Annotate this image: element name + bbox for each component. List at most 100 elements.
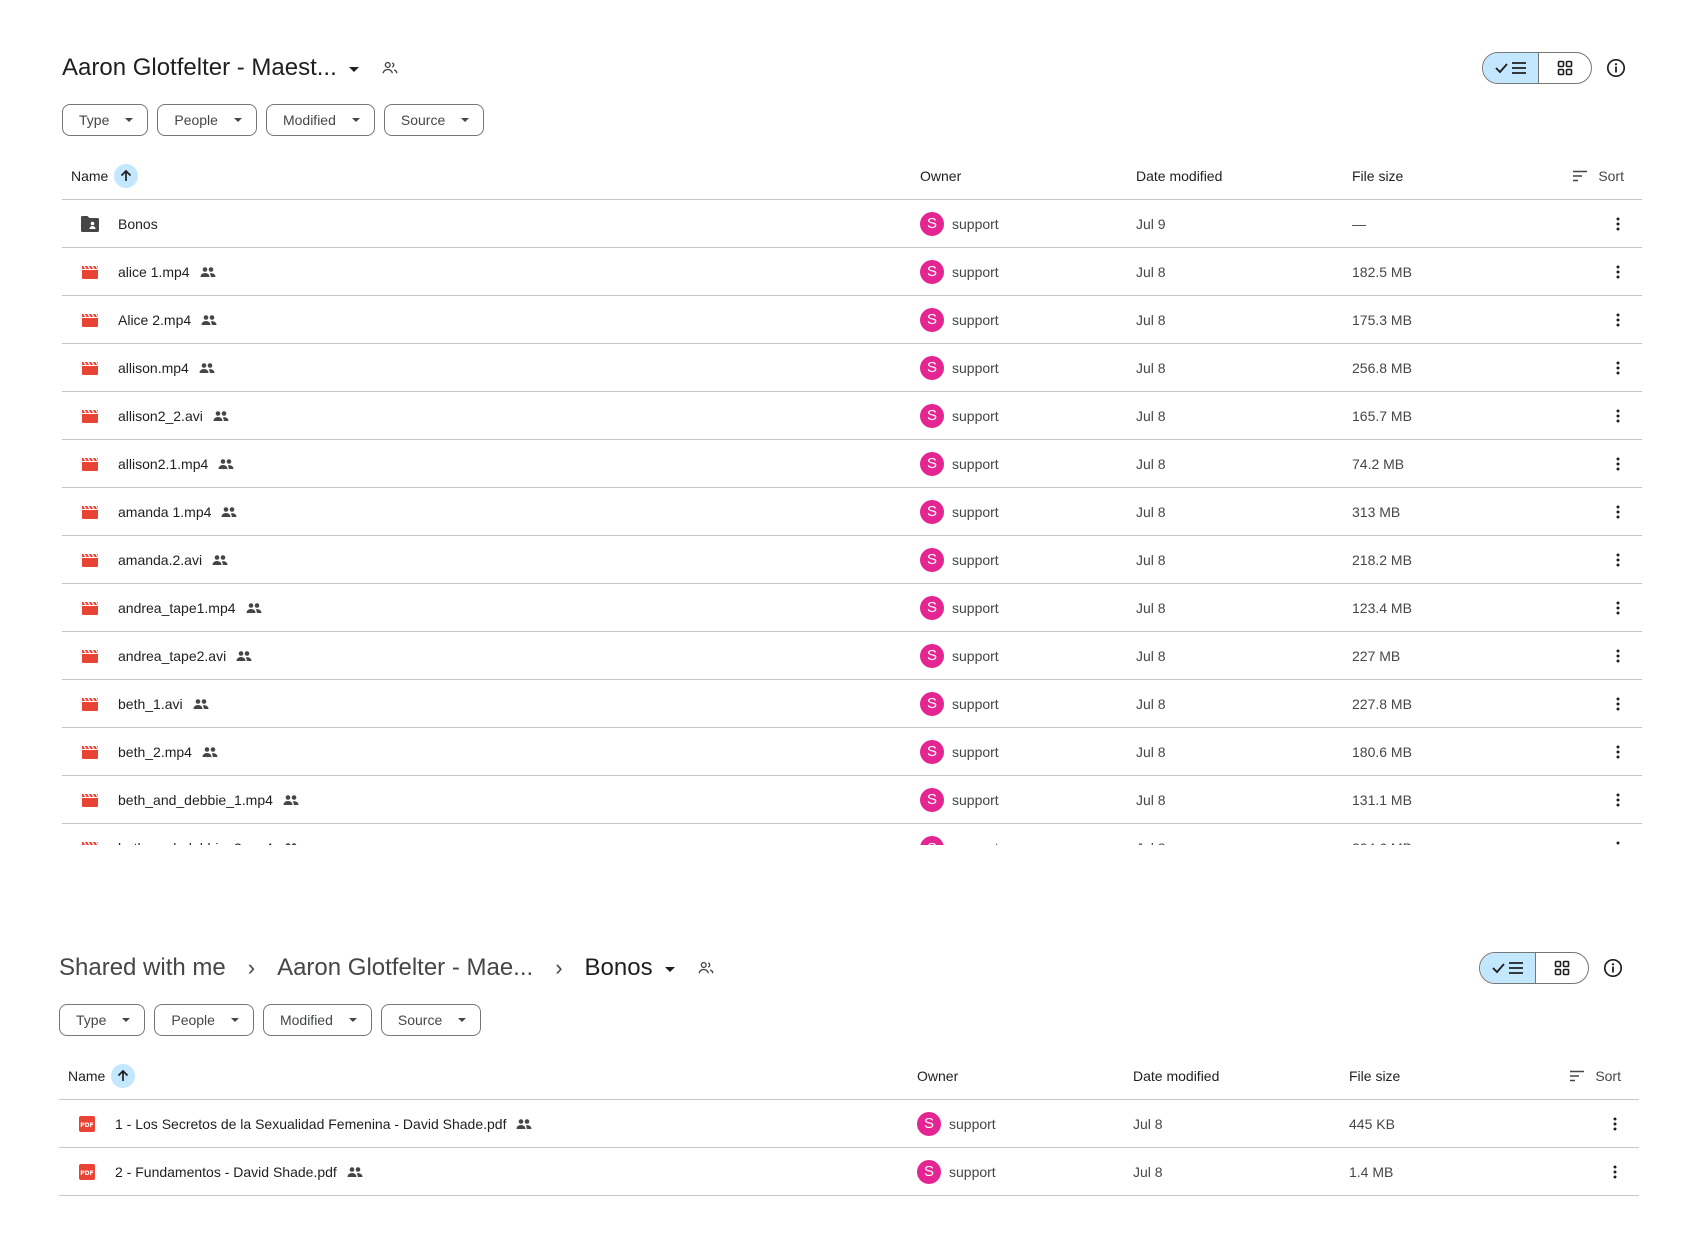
breadcrumb-shared-with-me[interactable]: Shared with me xyxy=(59,954,226,982)
more-actions-icon[interactable] xyxy=(1606,404,1630,428)
table-row[interactable]: amanda 1.mp4 Ssupport Jul 8 313 MB xyxy=(62,488,1642,536)
filter-source[interactable]: Source xyxy=(380,1004,482,1036)
avatar[interactable]: S xyxy=(920,787,944,812)
more-actions-icon[interactable] xyxy=(1606,644,1630,668)
sort-ascending-icon[interactable] xyxy=(114,163,139,188)
breadcrumb-parent-folder[interactable]: Aaron Glotfelter - Mae... xyxy=(277,954,533,982)
column-name-label: Name xyxy=(71,167,109,184)
table-row[interactable]: beth_2.mp4 Ssupport Jul 8 180.6 MB xyxy=(62,728,1642,776)
more-actions-icon[interactable] xyxy=(1606,500,1630,524)
file-name[interactable]: andrea_tape1.mp4 xyxy=(118,600,236,616)
filter-modified[interactable]: Modified xyxy=(262,1004,372,1036)
avatar[interactable]: S xyxy=(920,403,944,428)
table-row[interactable]: amanda.2.avi Ssupport Jul 8 218.2 MB xyxy=(62,536,1642,584)
more-actions-icon[interactable] xyxy=(1606,356,1630,380)
table-row[interactable]: Bonos Ssupport Jul 9— xyxy=(62,200,1642,248)
table-row[interactable]: beth_1.avi Ssupport Jul 8 227.8 MB xyxy=(62,680,1642,728)
more-actions-icon[interactable] xyxy=(1606,836,1630,845)
table-row[interactable]: beth_and_debbie_1.mp4 Ssupport Jul 8 131.1 … xyxy=(62,776,1642,824)
column-owner[interactable]: Owner xyxy=(917,1068,1133,1084)
list-view-button[interactable] xyxy=(1480,953,1536,983)
filter-people[interactable]: People xyxy=(154,1004,254,1036)
filter-modified[interactable]: Modified xyxy=(265,104,375,136)
avatar[interactable]: S xyxy=(917,1159,941,1184)
avatar[interactable]: S xyxy=(920,547,944,572)
filter-type[interactable]: Type xyxy=(59,1004,146,1036)
table-row[interactable]: allison2_2.avi Ssupport Jul 8 165.7 MB xyxy=(62,392,1642,440)
owner-name: support xyxy=(952,455,999,472)
file-name[interactable]: 2 - Fundamentos - David Shade.pdf xyxy=(115,1164,337,1180)
file-name[interactable]: Bonos xyxy=(118,216,158,232)
more-actions-icon[interactable] xyxy=(1606,308,1630,332)
table-row[interactable]: alice 1.mp4 Ssupport Jul 8 182.5 MB xyxy=(62,248,1642,296)
filter-people[interactable]: People xyxy=(157,104,257,136)
table-row[interactable]: allison.mp4 Ssupport Jul 8 256.8 MB xyxy=(62,344,1642,392)
file-name[interactable]: Alice 2.mp4 xyxy=(118,312,191,328)
avatar[interactable]: S xyxy=(920,355,944,380)
table-row[interactable]: andrea_tape2.avi Ssupport Jul 8 227 MB xyxy=(62,632,1642,680)
sort-ascending-icon[interactable] xyxy=(111,1063,136,1088)
avatar[interactable]: S xyxy=(920,259,944,284)
more-actions-icon[interactable] xyxy=(1606,212,1630,236)
file-name[interactable]: alice 1.mp4 xyxy=(118,264,190,280)
more-actions-icon[interactable] xyxy=(1606,740,1630,764)
avatar[interactable]: S xyxy=(920,307,944,332)
table-header: Name Owner Date modified File size Sort xyxy=(62,152,1642,200)
file-name[interactable]: beth_2.mp4 xyxy=(118,744,192,760)
avatar[interactable]: S xyxy=(920,643,944,668)
filter-type[interactable]: Type xyxy=(62,104,149,136)
table-row[interactable]: Alice 2.mp4 Ssupport Jul 8 175.3 MB xyxy=(62,296,1642,344)
file-name[interactable]: allison.mp4 xyxy=(118,360,189,376)
more-actions-icon[interactable] xyxy=(1606,788,1630,812)
folder-title-button[interactable]: Aaron Glotfelter - Maest... xyxy=(62,54,399,82)
table-row[interactable]: PDF 1 - Los Secretos de la Sexualidad Fem… xyxy=(59,1100,1639,1148)
caret-down-icon[interactable] xyxy=(664,966,675,972)
grid-view-button[interactable] xyxy=(1536,953,1588,983)
file-name[interactable]: amanda 1.mp4 xyxy=(118,504,211,520)
column-name[interactable]: Name xyxy=(59,1063,917,1088)
svg-text:PDF: PDF xyxy=(80,1170,93,1177)
more-actions-icon[interactable] xyxy=(1603,1112,1627,1136)
date-modified: Jul 8 xyxy=(1136,840,1352,845)
more-actions-icon[interactable] xyxy=(1606,260,1630,284)
file-name[interactable]: 1 - Los Secretos de la Sexualidad Femeni… xyxy=(115,1116,506,1132)
avatar[interactable]: S xyxy=(920,211,944,236)
avatar[interactable]: S xyxy=(920,595,944,620)
breadcrumb-current-folder[interactable]: Bonos xyxy=(585,954,653,982)
file-name[interactable]: beth_1.avi xyxy=(118,696,183,712)
more-actions-icon[interactable] xyxy=(1606,452,1630,476)
table-row[interactable]: beth_and_debbie_2.mp4SsupportJul 8204.6 … xyxy=(62,824,1642,845)
sort-button[interactable]: Sort xyxy=(1572,168,1624,184)
avatar[interactable]: S xyxy=(920,691,944,716)
file-name[interactable]: amanda.2.avi xyxy=(118,552,202,568)
avatar[interactable]: S xyxy=(920,836,944,845)
avatar[interactable]: S xyxy=(920,739,944,764)
more-actions-icon[interactable] xyxy=(1606,596,1630,620)
column-file-size[interactable]: File size xyxy=(1352,168,1568,184)
file-name[interactable]: beth_and_debbie_1.mp4 xyxy=(118,792,273,808)
column-file-size[interactable]: File size xyxy=(1349,1068,1565,1084)
table-row[interactable]: allison2.1.mp4 Ssupport Jul 8 74.2 MB xyxy=(62,440,1642,488)
info-icon[interactable] xyxy=(1606,58,1626,78)
avatar[interactable]: S xyxy=(920,451,944,476)
more-actions-icon[interactable] xyxy=(1603,1160,1627,1184)
more-actions-icon[interactable] xyxy=(1606,692,1630,716)
file-name[interactable]: beth_and_debbie_2.mp4 xyxy=(118,840,273,845)
more-actions-icon[interactable] xyxy=(1606,548,1630,572)
avatar[interactable]: S xyxy=(920,499,944,524)
table-row[interactable]: andrea_tape1.mp4 Ssupport Jul 8 123.4 MB xyxy=(62,584,1642,632)
sort-button[interactable]: Sort xyxy=(1569,1068,1621,1084)
table-row[interactable]: PDF 2 - Fundamentos - David Shade.pdf Ssup… xyxy=(59,1148,1639,1196)
list-view-button[interactable] xyxy=(1483,53,1539,83)
file-name[interactable]: andrea_tape2.avi xyxy=(118,648,226,664)
file-name[interactable]: allison2.1.mp4 xyxy=(118,456,208,472)
info-icon[interactable] xyxy=(1603,958,1623,978)
column-name[interactable]: Name xyxy=(62,163,920,188)
column-owner[interactable]: Owner xyxy=(920,168,1136,184)
grid-view-button[interactable] xyxy=(1539,53,1591,83)
avatar[interactable]: S xyxy=(917,1111,941,1136)
column-date-modified[interactable]: Date modified xyxy=(1133,1068,1349,1084)
filter-source[interactable]: Source xyxy=(383,104,485,136)
column-date-modified[interactable]: Date modified xyxy=(1136,168,1352,184)
file-name[interactable]: allison2_2.avi xyxy=(118,408,203,424)
